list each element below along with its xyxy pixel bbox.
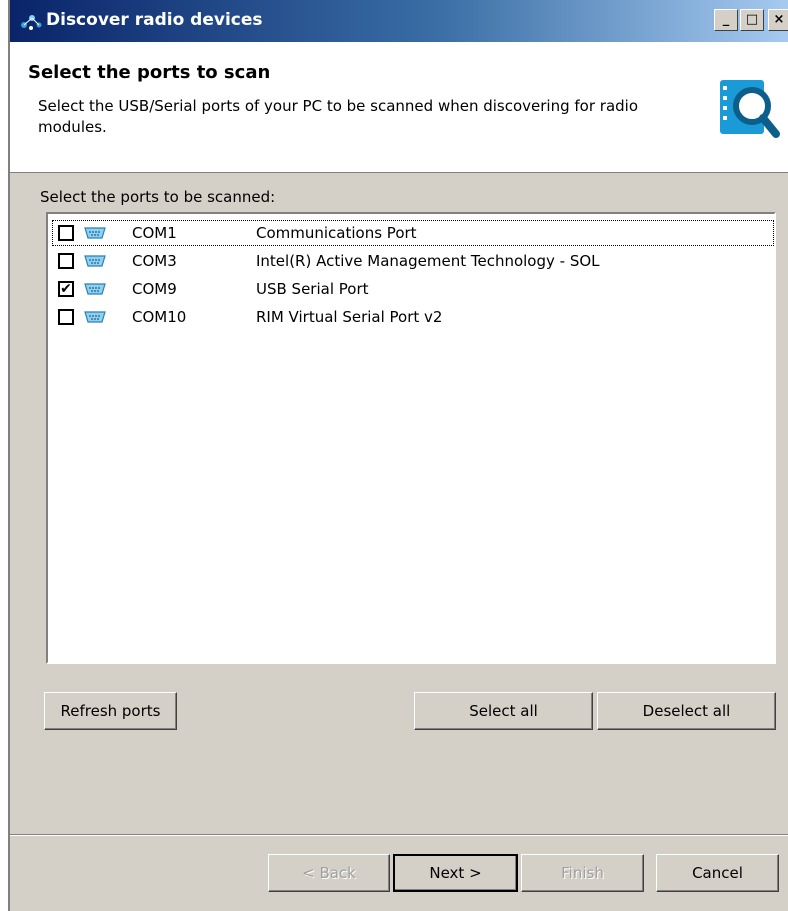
serial-port-icon <box>84 311 106 323</box>
back-button[interactable]: < Back <box>268 854 390 892</box>
port-description: USB Serial Port <box>256 280 369 298</box>
serial-port-icon <box>84 255 106 267</box>
port-name: COM10 <box>132 308 187 326</box>
finish-button[interactable]: Finish <box>521 854 644 892</box>
title-bar[interactable]: Discover radio devices _ □ × <box>10 0 788 42</box>
dialog-window: Discover radio devices _ □ × Select the … <box>8 0 788 911</box>
port-row-com9[interactable]: ✔ COM9 USB Serial Port <box>52 276 774 302</box>
page-title: Select the ports to scan <box>28 62 271 83</box>
window-title: Discover radio devices <box>46 10 263 30</box>
ports-label: Select the ports to be scanned: <box>40 188 276 206</box>
port-name: COM9 <box>132 280 177 298</box>
page-description: Select the USB/Serial ports of your PC t… <box>38 97 639 136</box>
serial-port-icon <box>84 227 106 239</box>
cancel-button[interactable]: Cancel <box>656 854 779 892</box>
deselect-all-button[interactable]: Deselect all <box>597 692 776 730</box>
wizard-header: Select the ports to scan Select the USB/… <box>10 42 788 173</box>
port-row-com10[interactable]: COM10 RIM Virtual Serial Port v2 <box>52 304 774 330</box>
port-checkbox[interactable] <box>58 309 74 325</box>
port-name: COM1 <box>132 224 177 242</box>
port-name: COM3 <box>132 252 177 270</box>
port-checkbox[interactable] <box>58 253 74 269</box>
port-description: Communications Port <box>256 224 417 242</box>
maximize-button[interactable]: □ <box>740 9 764 31</box>
select-all-button[interactable]: Select all <box>414 692 593 730</box>
port-description: RIM Virtual Serial Port v2 <box>256 308 443 326</box>
port-checkbox[interactable]: ✔ <box>58 281 74 297</box>
port-row-com1[interactable]: COM1 Communications Port <box>52 220 774 246</box>
close-button[interactable]: × <box>768 9 788 31</box>
ports-list[interactable]: COM1 Communications Port COM3 Intel(R) A… <box>46 212 776 664</box>
footer-separator <box>10 834 788 836</box>
radio-network-icon <box>21 15 42 30</box>
port-checkbox[interactable] <box>58 225 74 241</box>
port-description: Intel(R) Active Management Technology - … <box>256 252 600 270</box>
next-button[interactable]: Next > <box>393 854 518 892</box>
port-row-com3[interactable]: COM3 Intel(R) Active Management Technolo… <box>52 248 774 274</box>
serial-port-icon <box>84 283 106 295</box>
search-module-icon <box>720 80 780 138</box>
refresh-ports-button[interactable]: Refresh ports <box>44 692 177 730</box>
minimize-button[interactable]: _ <box>714 9 738 31</box>
